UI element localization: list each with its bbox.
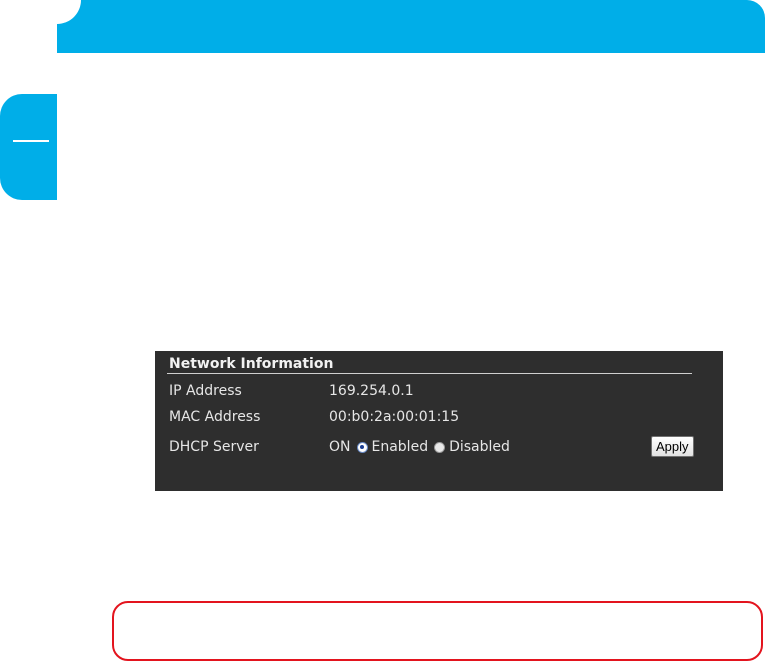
side-tab-dash <box>13 140 49 142</box>
note-callout-box <box>112 601 763 661</box>
panel-title: Network Information <box>169 356 334 372</box>
mac-address-value: 00:b0:2a:00:01:15 <box>329 409 460 425</box>
dhcp-status-value: ON <box>329 439 351 455</box>
ip-address-label: IP Address <box>169 383 242 399</box>
panel-divider <box>167 373 692 374</box>
dhcp-server-row: DHCP Server ON Enabled Disabled <box>169 437 510 457</box>
dhcp-enabled-radio[interactable] <box>356 441 368 453</box>
side-tab <box>0 94 57 200</box>
mac-address-label: MAC Address <box>169 409 261 425</box>
apply-button[interactable]: Apply <box>651 436 694 457</box>
ip-address-value: 169.254.0.1 <box>329 383 414 399</box>
mac-address-row: MAC Address 00:b0:2a:00:01:15 <box>169 407 459 427</box>
dhcp-enabled-label[interactable]: Enabled <box>372 439 429 455</box>
dhcp-server-label: DHCP Server <box>169 439 259 455</box>
top-banner <box>57 0 765 53</box>
network-information-panel: Network Information IP Address 169.254.0… <box>155 351 723 491</box>
dhcp-disabled-label[interactable]: Disabled <box>449 439 510 455</box>
dhcp-disabled-radio[interactable] <box>434 441 446 453</box>
ip-address-row: IP Address 169.254.0.1 <box>169 381 414 401</box>
